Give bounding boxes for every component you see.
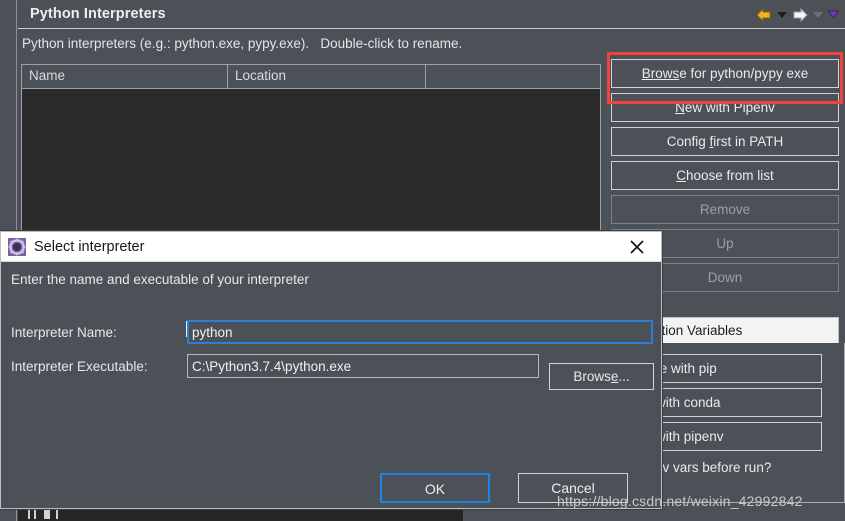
interpreter-name-label: Interpreter Name: [11, 324, 117, 340]
browse-button[interactable]: Browse... [549, 363, 654, 390]
dialog-subtitle: Enter the name and executable of your in… [11, 272, 309, 287]
select-interpreter-dialog: Select interpreter Enter the name and ex… [0, 231, 662, 509]
ok-button[interactable]: OK [380, 473, 490, 503]
dialog-title-bar: Select interpreter [1, 232, 661, 262]
table-column-extra[interactable] [426, 65, 600, 88]
config-first-in-path-button[interactable]: Config first in PATH [611, 127, 839, 156]
preferences-window: Python Interpreters Python interpreters … [0, 0, 845, 521]
interpreter-executable-row: Interpreter Executable: [11, 354, 539, 378]
table-column-name[interactable]: Name [22, 65, 228, 88]
remove-button: Remove [611, 195, 839, 224]
new-with-pipenv-button[interactable]: New with Pipenv [611, 93, 839, 122]
text-caret [186, 321, 187, 337]
page-title: Python Interpreters [30, 6, 166, 22]
page-title-bar: Python Interpreters [18, 0, 845, 29]
interpreter-name-input[interactable] [187, 320, 653, 344]
forward-arrow-icon[interactable] [792, 7, 808, 22]
pydev-gear-icon [8, 237, 26, 256]
interpreter-name-row: Interpreter Name: [11, 320, 653, 344]
navigation-icons [756, 0, 839, 29]
browse-for-python-button[interactable]: Browse for python/pypy exe [611, 59, 839, 88]
table-header-row: Name Location [22, 65, 600, 89]
forward-chevron-down-icon [813, 11, 823, 19]
choose-from-list-button[interactable]: Choose from list [611, 161, 839, 190]
interpreter-executable-label: Interpreter Executable: [11, 358, 148, 374]
close-icon[interactable] [627, 237, 647, 257]
page-description: Python interpreters (e.g.: python.exe, p… [22, 36, 463, 51]
overflow-chevron-down-icon[interactable] [828, 10, 839, 19]
dialog-title: Select interpreter [34, 238, 145, 255]
back-arrow-icon[interactable] [756, 7, 772, 22]
interpreter-executable-input[interactable] [187, 354, 539, 378]
watermark: https://blog.csdn.net/weixin_42992842 [557, 493, 803, 509]
back-chevron-down-icon[interactable] [777, 11, 787, 19]
table-column-location[interactable]: Location [228, 65, 426, 88]
bottom-tick-marks [28, 509, 98, 519]
